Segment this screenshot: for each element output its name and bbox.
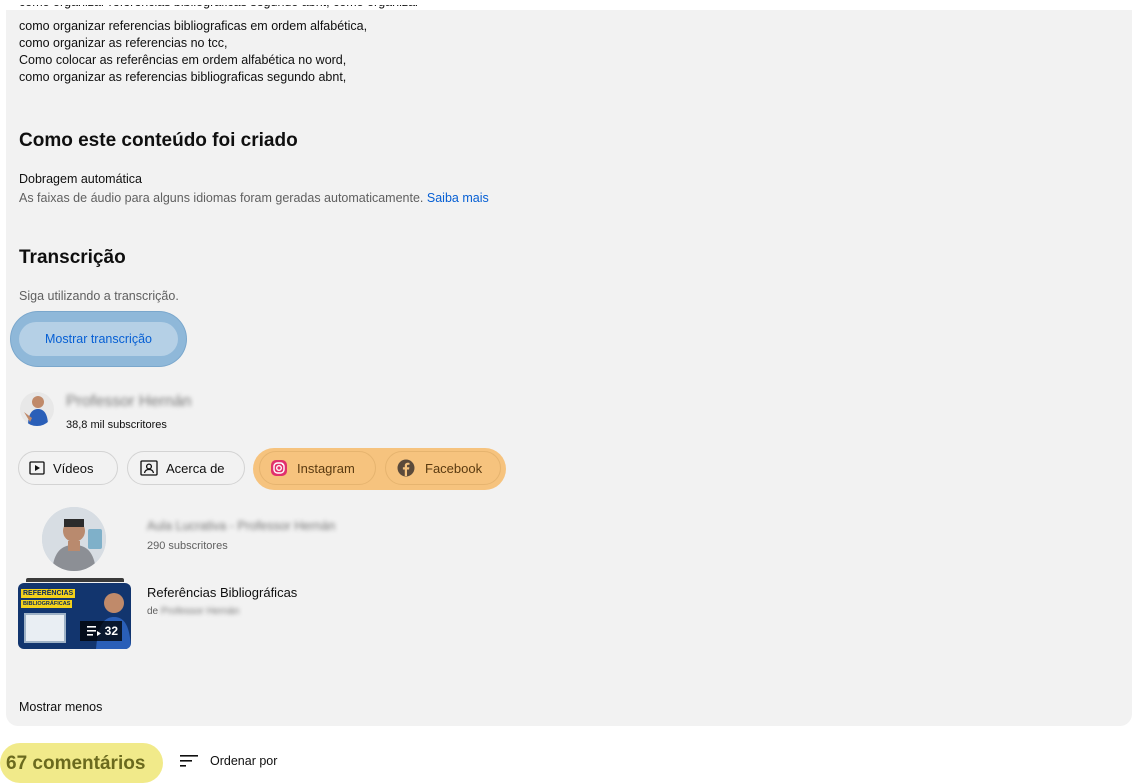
sort-button[interactable]: Ordenar por: [180, 754, 277, 768]
channel-avatar[interactable]: [20, 392, 54, 426]
playlist-thumbnail[interactable]: REFERÊNCIAS BIBLIOGRÁFICAS 32: [18, 583, 131, 649]
cut-off-line: como organizar referencias bibliografica…: [19, 5, 459, 9]
contact-card-icon: [140, 460, 158, 476]
sort-icon: [180, 754, 198, 768]
playlist-author: de Professor Hernán: [147, 606, 239, 617]
description-line: Como colocar as referências em ordem alf…: [19, 53, 347, 67]
content-creation-heading: Como este conteúdo foi criado: [19, 130, 298, 151]
playlist-count-badge: 32: [80, 621, 122, 641]
featured-channel-name[interactable]: Aula Lucrativa - Professor Hernán: [147, 519, 335, 533]
instagram-label: Instagram: [297, 460, 355, 476]
play-box-icon: [29, 461, 45, 475]
playlist-stack-edge: [26, 578, 124, 582]
channel-name[interactable]: Professor Hernán: [66, 393, 191, 411]
description-text: como organizar referencias bibliografica…: [19, 5, 419, 86]
show-less-button[interactable]: Mostrar menos: [19, 700, 102, 714]
instagram-button[interactable]: Instagram: [259, 451, 376, 485]
facebook-label: Facebook: [425, 460, 483, 476]
instagram-icon: [270, 459, 288, 477]
featured-channel-subscribers: 290 subscritores: [147, 540, 228, 552]
thumbnail-laptop: [24, 613, 66, 643]
playlist-title[interactable]: Referências Bibliográficas: [147, 585, 297, 600]
facebook-icon: [397, 459, 415, 477]
learn-more-link[interactable]: Saiba mais: [427, 191, 489, 205]
dubbing-text: As faixas de áudio para alguns idiomas f…: [19, 191, 424, 205]
transcript-heading: Transcrição: [19, 247, 126, 268]
videos-label: Vídeos: [53, 460, 94, 476]
show-transcript-button[interactable]: Mostrar transcrição: [19, 322, 178, 356]
description-line: como organizar as referencias bibliograf…: [19, 70, 347, 84]
facebook-button[interactable]: Facebook: [385, 451, 501, 485]
channel-subscribers: 38,8 mil subscritores: [66, 419, 167, 431]
featured-channel-avatar[interactable]: [42, 507, 106, 571]
about-label: Acerca de: [166, 460, 225, 476]
playlist-count: 32: [104, 624, 118, 638]
playlist-by-prefix: de: [147, 606, 159, 617]
videos-button[interactable]: Vídeos: [18, 451, 118, 485]
dubbing-label: Dobragem automática: [19, 172, 142, 186]
thumbnail-title-2: BIBLIOGRÁFICAS: [21, 600, 73, 608]
about-button[interactable]: Acerca de: [127, 451, 245, 485]
description-panel: [6, 10, 1132, 726]
playlist-icon: [86, 625, 101, 637]
transcript-text: Siga utilizando a transcrição.: [19, 289, 179, 303]
description-line: como organizar referencias bibliografica…: [19, 19, 368, 33]
playlist-author-name[interactable]: Professor Hernán: [161, 606, 239, 617]
comments-count: 67 comentários: [6, 753, 146, 774]
sort-label: Ordenar por: [210, 754, 278, 768]
thumbnail-title-1: REFERÊNCIAS: [21, 589, 76, 598]
dubbing-description: As faixas de áudio para alguns idiomas f…: [19, 191, 489, 205]
description-line: como organizar as referencias no tcc,: [19, 36, 228, 50]
